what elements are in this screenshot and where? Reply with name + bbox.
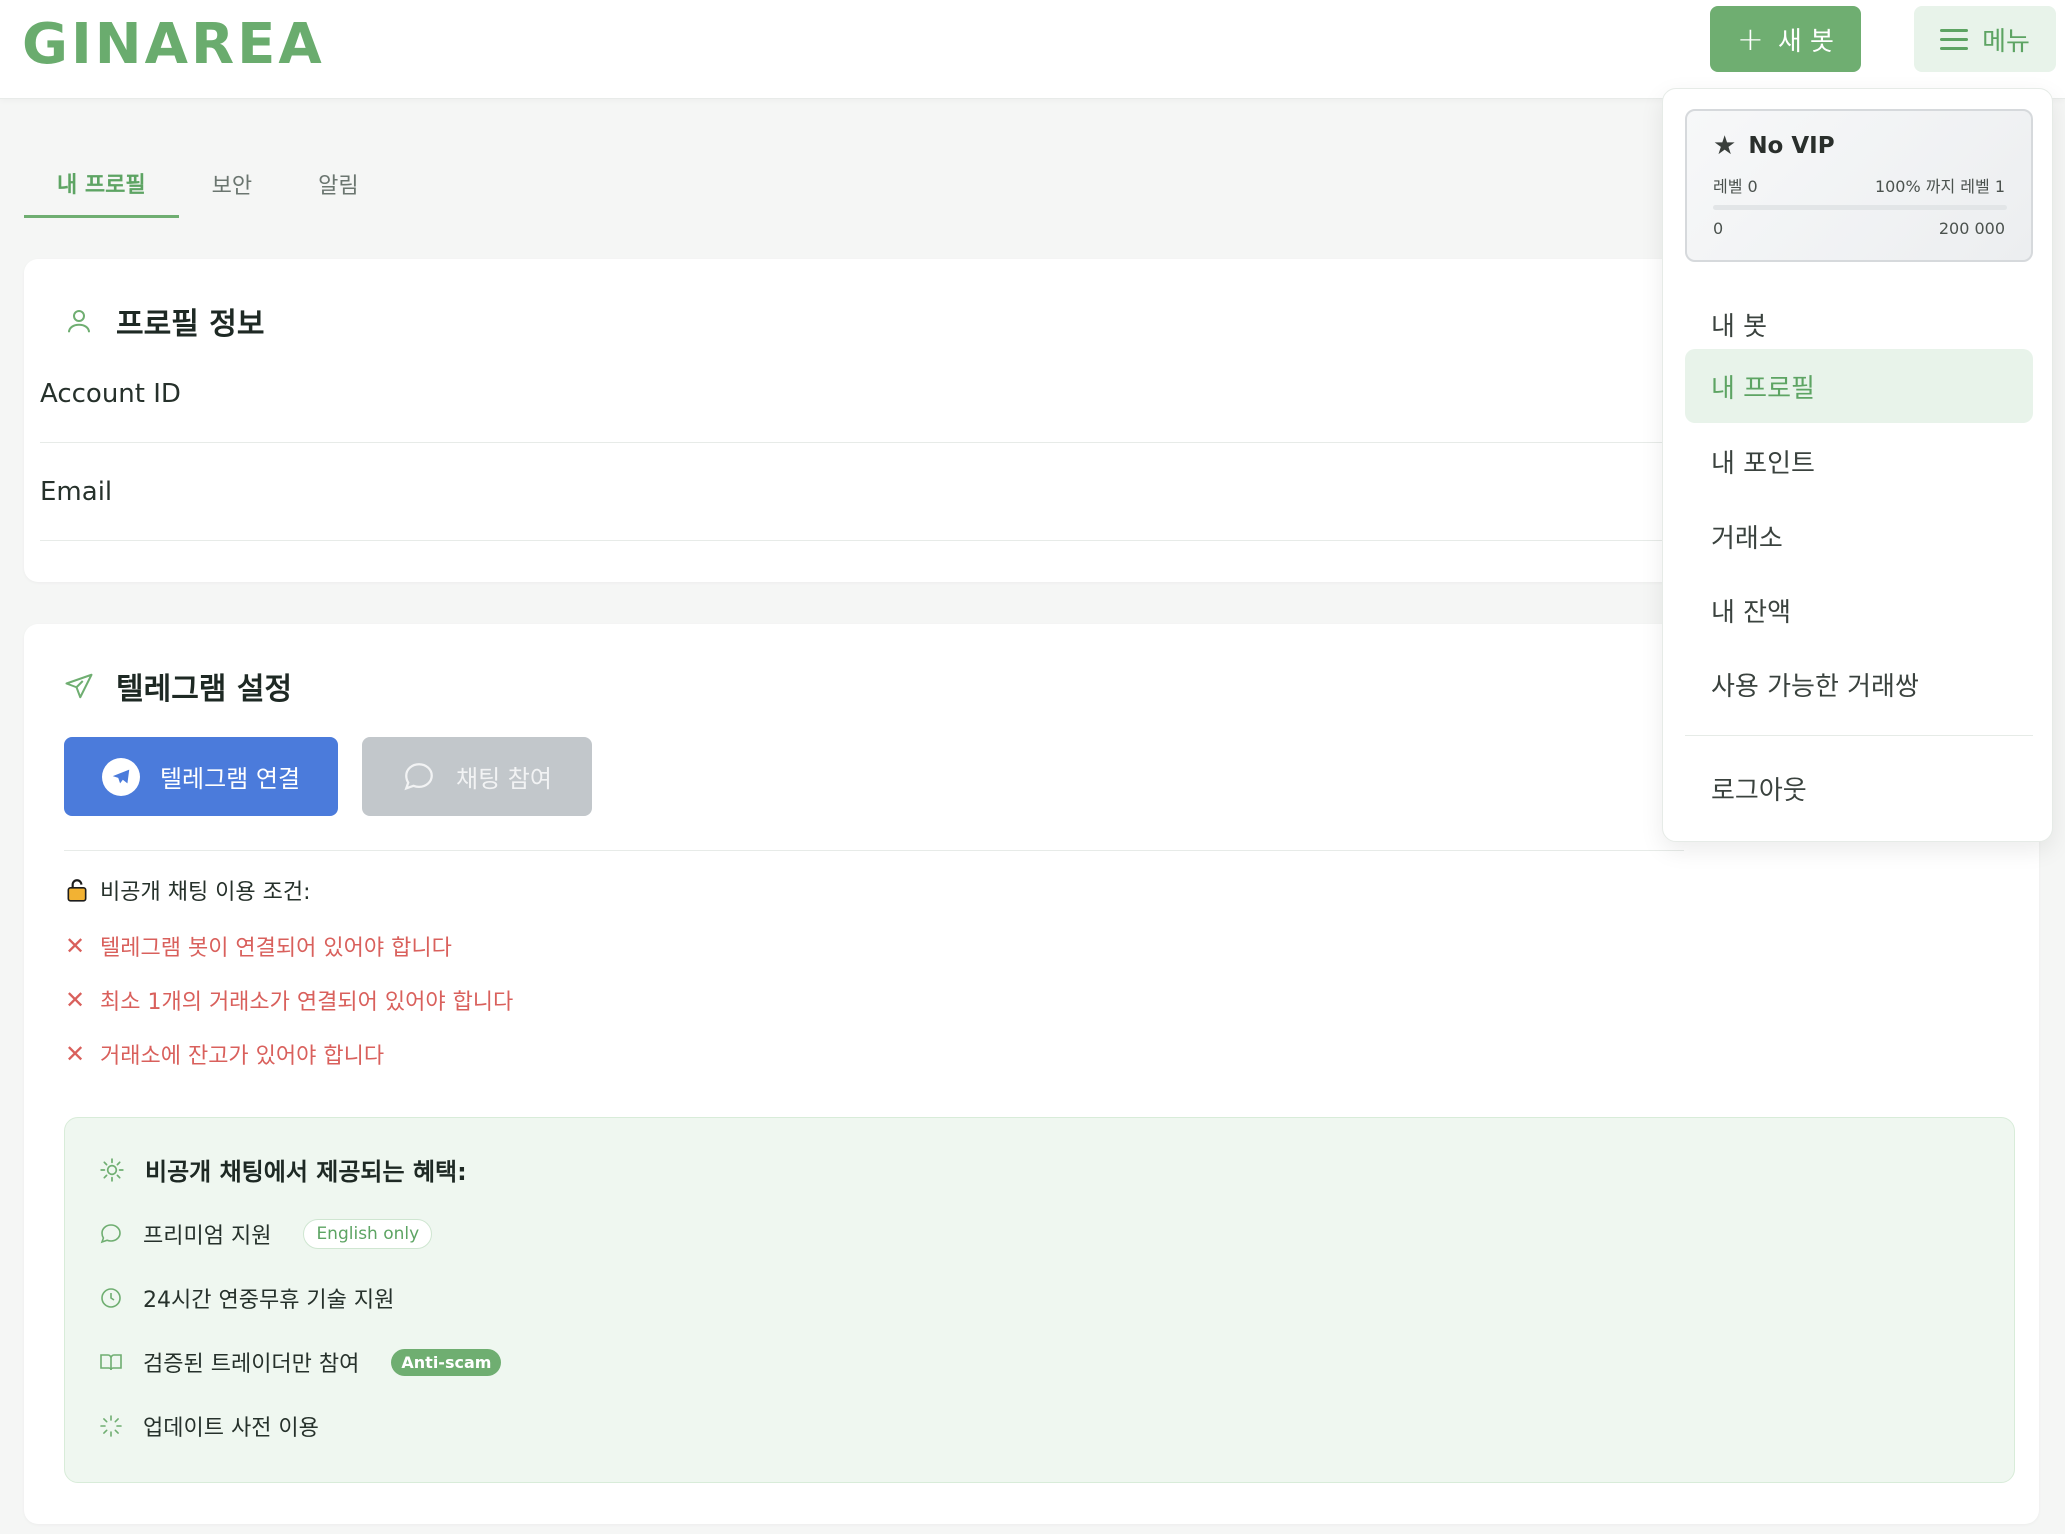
menu-button[interactable]: 메뉴 xyxy=(1914,6,2056,72)
telegram-connect-button[interactable]: 텔레그램 연결 xyxy=(64,737,338,816)
conditions-title-text: 비공개 채팅 이용 조건: xyxy=(100,880,311,905)
account-id-row: Account ID xyxy=(40,345,1680,443)
benefit-item: 24시간 연중무휴 기술 지원 xyxy=(99,1282,394,1314)
star-icon: ★ xyxy=(1713,131,1737,161)
vip-title-text: No VIP xyxy=(1748,133,1835,159)
hamburger-icon xyxy=(1940,29,1969,50)
menu-item-my-balance[interactable]: 내 잔액 xyxy=(1685,573,2033,647)
sun-icon xyxy=(100,1157,124,1182)
email-row: Email xyxy=(40,443,1680,541)
benefits-title: 비공개 채팅에서 제공되는 혜택: xyxy=(99,1152,467,1187)
vip-max-value: 200 000 xyxy=(1938,219,2005,238)
menu-divider xyxy=(1685,735,2033,736)
benefit-text: 검증된 트레이더만 참여 xyxy=(143,1352,360,1377)
requirement-item: ✕ 거래소에 잔고가 있어야 합니다 xyxy=(64,1038,384,1070)
book-icon xyxy=(100,1354,122,1371)
join-chat-button[interactable]: 채팅 참여 xyxy=(362,737,592,816)
benefits-title-text: 비공개 채팅에서 제공되는 혜택: xyxy=(145,1158,467,1186)
new-bot-label: 새 봇 xyxy=(1777,26,1834,57)
menu-item-exchanges[interactable]: 거래소 xyxy=(1685,499,2033,573)
plus-icon: + xyxy=(1737,20,1764,58)
chat-bubble-icon xyxy=(100,1224,121,1244)
telegram-settings-title: 텔레그램 설정 xyxy=(64,664,292,708)
user-menu-dropdown: ★ No VIP 레벨 0 100% 까지 레벨 1 0 200 000 내 봇… xyxy=(1662,88,2053,842)
menu-item-my-points[interactable]: 내 포인트 xyxy=(1685,424,2033,498)
benefit-item: 업데이트 사전 이용 xyxy=(99,1410,319,1442)
requirement-text: 거래소에 잔고가 있어야 합니다 xyxy=(100,1044,385,1069)
vip-progress-bar xyxy=(1713,205,2007,210)
menu-item-logout[interactable]: 로그아웃 xyxy=(1685,751,2033,825)
telegram-settings-title-text: 텔레그램 설정 xyxy=(116,672,293,707)
new-bot-button[interactable]: + 새 봇 xyxy=(1710,6,1861,72)
account-id-label: Account ID xyxy=(40,378,181,409)
vip-min-value: 0 xyxy=(1713,219,1724,238)
telegram-connect-label: 텔레그램 연결 xyxy=(159,765,301,793)
benefit-text: 업데이트 사전 이용 xyxy=(143,1416,319,1441)
benefit-text: 프리미엄 지원 xyxy=(143,1224,272,1249)
anti-scam-badge: Anti-scam xyxy=(391,1348,502,1376)
send-icon xyxy=(65,673,93,699)
tab-my-profile[interactable]: 내 프로필 xyxy=(24,150,179,218)
private-chat-conditions-title: 비공개 채팅 이용 조건: xyxy=(64,874,311,906)
english-only-badge: English only xyxy=(303,1219,433,1249)
join-chat-label: 채팅 참여 xyxy=(456,765,552,793)
benefits-box: 비공개 채팅에서 제공되는 혜택: 프리미엄 지원 English only 2… xyxy=(64,1117,2015,1483)
benefit-text: 24시간 연중무휴 기술 지원 xyxy=(143,1288,395,1313)
vip-title: ★ No VIP xyxy=(1713,131,1835,161)
logo-text: GINAREA xyxy=(22,11,325,77)
requirement-text: 최소 1개의 거래소가 연결되어 있어야 합니다 xyxy=(100,990,514,1015)
cross-icon: ✕ xyxy=(64,986,86,1014)
requirement-item: ✕ 텔레그램 봇이 연결되어 있어야 합니다 xyxy=(64,930,452,962)
chat-bubble-icon xyxy=(404,762,433,790)
profile-info-title: 프로필 정보 xyxy=(64,299,264,343)
tab-notifications[interactable]: 알림 xyxy=(285,150,391,218)
cross-icon: ✕ xyxy=(64,1040,86,1068)
vip-next-level: 100% 까지 레벨 1 xyxy=(1874,177,2005,196)
email-label: Email xyxy=(40,476,113,507)
profile-info-title-text: 프로필 정보 xyxy=(116,307,265,342)
cross-icon: ✕ xyxy=(64,932,86,960)
vip-current-level: 레벨 0 xyxy=(1713,177,1758,196)
telegram-divider xyxy=(64,850,1684,851)
menu-item-available-pairs[interactable]: 사용 가능한 거래쌍 xyxy=(1685,647,2033,721)
benefit-item: 프리미엄 지원 English only xyxy=(99,1218,433,1250)
telegram-icon xyxy=(101,757,140,796)
requirement-text: 텔레그램 봇이 연결되어 있어야 합니다 xyxy=(100,936,452,961)
user-icon xyxy=(68,310,90,333)
benefit-item: 검증된 트레이더만 참여 Anti-scam xyxy=(99,1346,502,1378)
vip-status-card[interactable]: ★ No VIP 레벨 0 100% 까지 레벨 1 0 200 000 xyxy=(1685,109,2033,262)
loader-icon xyxy=(100,1415,122,1437)
top-header: GINAREA + 새 봇 메뉴 xyxy=(0,0,2065,99)
profile-tabs: 내 프로필 보안 알림 xyxy=(24,150,392,218)
lock-icon xyxy=(67,879,87,902)
menu-label: 메뉴 xyxy=(1982,26,2030,57)
ginarea-logo[interactable]: GINAREA xyxy=(22,11,332,77)
requirement-item: ✕ 최소 1개의 거래소가 연결되어 있어야 합니다 xyxy=(64,984,513,1016)
clock-icon xyxy=(101,1288,121,1308)
menu-item-my-profile[interactable]: 내 프로필 xyxy=(1685,349,2033,423)
tab-security[interactable]: 보안 xyxy=(179,150,285,218)
